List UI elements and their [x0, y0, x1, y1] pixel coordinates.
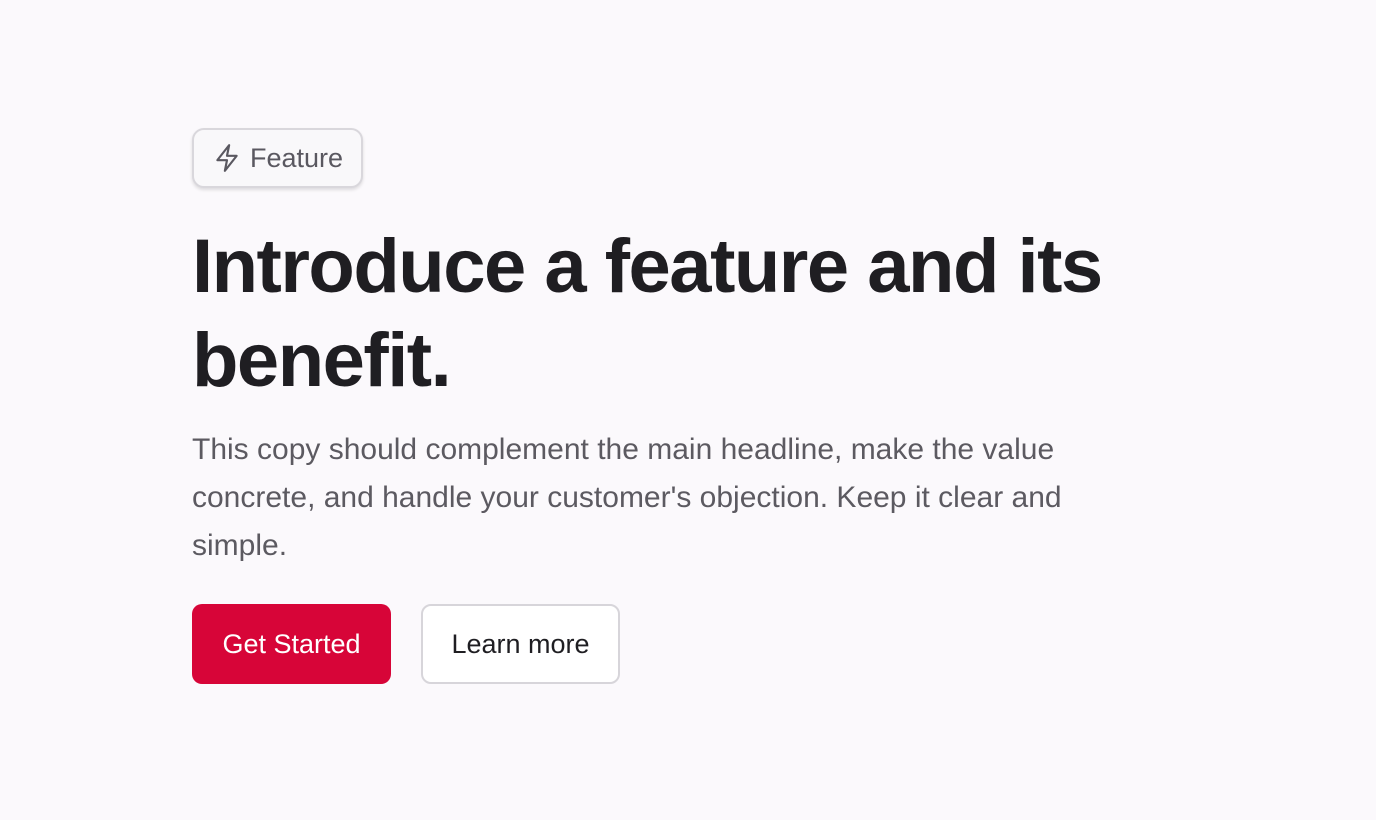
hero-actions: Get Started Learn more: [192, 604, 1172, 684]
hero-section: Feature Introduce a feature and its bene…: [192, 128, 1172, 684]
learn-more-button[interactable]: Learn more: [421, 604, 620, 684]
feature-badge-label: Feature: [250, 142, 344, 173]
page-headline: Introduce a feature and its benefit.: [192, 224, 1103, 403]
lightning-bolt-icon: [214, 143, 240, 173]
get-started-button[interactable]: Get Started: [192, 604, 391, 684]
hero-subcopy: This copy should complement the main hea…: [192, 433, 1062, 562]
feature-badge: Feature: [192, 128, 364, 188]
